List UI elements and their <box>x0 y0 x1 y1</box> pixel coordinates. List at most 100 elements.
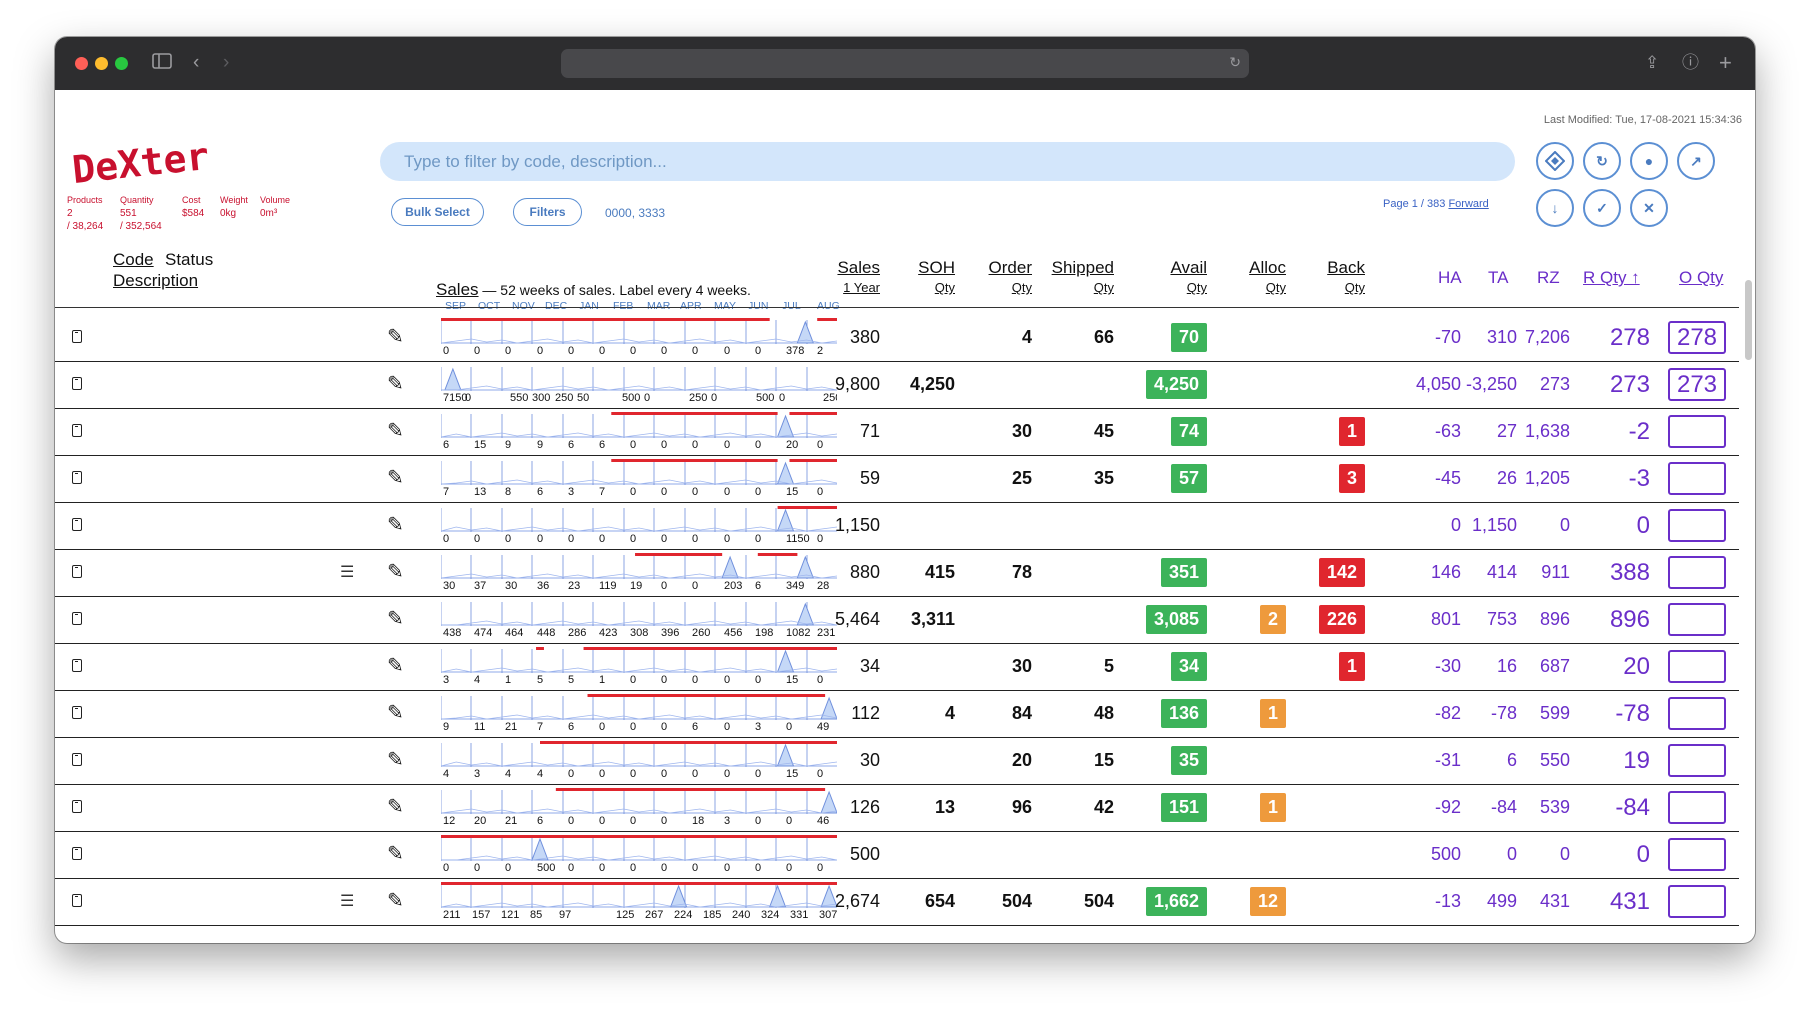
scrollbar[interactable] <box>1745 280 1752 360</box>
download-icon[interactable]: ↓ <box>1536 189 1574 227</box>
dot-icon[interactable]: ● <box>1630 142 1668 180</box>
column-shipped[interactable]: Shipped Qty <box>1042 258 1114 298</box>
column-ta[interactable]: TA <box>1488 268 1508 288</box>
o-qty-input[interactable] <box>1668 885 1726 918</box>
edit-icon[interactable]: ✎ <box>387 371 404 396</box>
back-qty[interactable]: 1 <box>1295 408 1365 455</box>
table-row[interactable]: ✎ 0 0 0 0 0 0 0 0 0 0 0 1150 0 1,150 0 1,150 0 0 <box>55 502 1739 550</box>
copy-icon[interactable] <box>72 894 82 907</box>
table-row[interactable]: ☰ ✎ 30 37 30 36 23 119 19 0 0 203 6 349 28 880 415 78 351 1… <box>55 549 1739 597</box>
table-row[interactable]: ✎ 7 13 8 6 3 7 0 0 0 0 0 15 0 59 25 35 57 3 -45 26 1,205 -3 <box>55 455 1739 503</box>
alloc-badge[interactable]: 1 <box>1259 699 1286 728</box>
table-row[interactable]: ☰ ✎ 211 157 121 85 97 125 267 224 185 240 324 331 307 2… <box>55 878 1739 926</box>
back-badge[interactable]: 142 <box>1318 558 1365 587</box>
edit-icon[interactable]: ✎ <box>387 606 404 631</box>
column-sales-year[interactable]: Sales 1 Year <box>810 258 880 298</box>
avail-badge[interactable]: 3,085 <box>1145 605 1207 634</box>
info-icon[interactable]: ⓘ <box>1682 52 1699 74</box>
edit-icon[interactable]: ✎ <box>387 700 404 725</box>
avail-badge[interactable]: 70 <box>1170 323 1207 352</box>
search-input[interactable] <box>380 142 1515 181</box>
alloc-qty[interactable]: 1 <box>1215 690 1286 737</box>
edit-icon[interactable]: ✎ <box>387 841 404 866</box>
refresh-icon[interactable]: ↻ <box>1583 142 1621 180</box>
o-qty-input[interactable] <box>1668 650 1726 683</box>
table-row[interactable]: ✎ 0 0 0 500 0 0 0 0 0 0 0 0 0 500 500 0 0 0 <box>55 831 1739 879</box>
back-qty[interactable]: 3 <box>1295 455 1365 502</box>
column-rqty[interactable]: R Qty ↑ <box>1583 268 1640 288</box>
list-icon[interactable]: ☰ <box>340 562 354 582</box>
avail-qty[interactable]: 136 <box>1135 690 1207 737</box>
back-qty[interactable]: 142 <box>1295 549 1365 596</box>
edit-icon[interactable]: ✎ <box>387 465 404 490</box>
avail-qty[interactable]: 74 <box>1135 408 1207 455</box>
avail-badge[interactable]: 74 <box>1170 417 1207 446</box>
edit-icon[interactable]: ✎ <box>387 324 404 349</box>
copy-icon[interactable] <box>72 330 82 343</box>
close-window-button[interactable] <box>75 57 88 70</box>
alloc-badge[interactable]: 12 <box>1249 887 1286 916</box>
edit-icon[interactable]: ✎ <box>387 512 404 537</box>
alloc-badge[interactable]: 2 <box>1259 605 1286 634</box>
back-badge[interactable]: 1 <box>1338 417 1365 446</box>
o-qty-input[interactable] <box>1668 603 1726 636</box>
forward-icon[interactable]: › <box>223 52 229 74</box>
o-qty-input[interactable] <box>1668 509 1726 542</box>
table-row[interactable]: ✎ 6 15 9 9 6 6 0 0 0 0 0 20 0 71 30 45 74 1 -63 27 1,638 -2 <box>55 408 1739 456</box>
alloc-qty[interactable]: 1 <box>1215 784 1286 831</box>
reload-icon[interactable]: ↻ <box>1229 54 1241 71</box>
copy-icon[interactable] <box>72 565 82 578</box>
back-badge[interactable]: 1 <box>1338 652 1365 681</box>
avail-qty[interactable]: 1,662 <box>1135 878 1207 925</box>
o-qty-input[interactable] <box>1668 556 1726 589</box>
avail-badge[interactable]: 57 <box>1170 464 1207 493</box>
edit-icon[interactable]: ✎ <box>387 794 404 819</box>
edit-icon[interactable]: ✎ <box>387 418 404 443</box>
copy-icon[interactable] <box>72 753 82 766</box>
avail-badge[interactable]: 151 <box>1160 793 1207 822</box>
o-qty-input[interactable] <box>1668 744 1726 777</box>
zoom-window-button[interactable] <box>115 57 128 70</box>
copy-icon[interactable] <box>72 377 82 390</box>
avail-qty[interactable]: 70 <box>1135 314 1207 361</box>
edit-icon[interactable]: ✎ <box>387 888 404 913</box>
table-row[interactable]: ✎ 12 20 21 6 0 0 0 0 18 3 0 0 46 126 13 96 42 151 1 -92 -84 53… <box>55 784 1739 832</box>
check-icon[interactable]: ✓ <box>1583 189 1621 227</box>
avail-badge[interactable]: 4,250 <box>1145 370 1207 399</box>
table-row[interactable]: ✎ 438 474 464 448 286 423 308 396 260 456 198 1082 2 3… <box>55 596 1739 644</box>
avail-qty[interactable]: 57 <box>1135 455 1207 502</box>
avail-qty[interactable]: 35 <box>1135 737 1207 784</box>
column-back[interactable]: Back Qty <box>1295 258 1365 298</box>
alloc-qty[interactable]: 2 <box>1215 596 1286 643</box>
o-qty-input[interactable] <box>1668 791 1726 824</box>
expand-icon[interactable]: ↗ <box>1677 142 1715 180</box>
copy-icon[interactable] <box>72 612 82 625</box>
copy-icon[interactable] <box>72 847 82 860</box>
column-order[interactable]: Order Qty <box>965 258 1032 298</box>
avail-badge[interactable]: 1,662 <box>1145 887 1207 916</box>
diamond-icon[interactable] <box>1536 142 1574 180</box>
copy-icon[interactable] <box>72 471 82 484</box>
avail-badge[interactable]: 34 <box>1170 652 1207 681</box>
column-rz[interactable]: RZ <box>1537 268 1560 288</box>
avail-qty[interactable]: 151 <box>1135 784 1207 831</box>
column-code[interactable]: Code <box>113 250 154 270</box>
avail-badge[interactable]: 136 <box>1160 699 1207 728</box>
edit-icon[interactable]: ✎ <box>387 653 404 678</box>
avail-badge[interactable]: 351 <box>1160 558 1207 587</box>
share-icon[interactable]: ⇪ <box>1645 52 1659 74</box>
table-row[interactable]: ✎71500550300250505000250050002509,8004,2… <box>55 361 1739 409</box>
back-qty[interactable]: 1 <box>1295 643 1365 690</box>
column-alloc[interactable]: Alloc Qty <box>1215 258 1286 298</box>
avail-badge[interactable]: 35 <box>1170 746 1207 775</box>
bulk-select-button[interactable]: Bulk Select <box>391 198 484 226</box>
sidebar-icon[interactable] <box>151 50 173 78</box>
copy-icon[interactable] <box>72 706 82 719</box>
column-description[interactable]: Description <box>113 271 198 291</box>
copy-icon[interactable] <box>72 424 82 437</box>
alloc-qty[interactable]: 12 <box>1215 878 1286 925</box>
column-avail[interactable]: Avail Qty <box>1135 258 1207 298</box>
alloc-badge[interactable]: 1 <box>1259 793 1286 822</box>
avail-qty[interactable]: 34 <box>1135 643 1207 690</box>
o-qty-input[interactable] <box>1668 462 1726 495</box>
